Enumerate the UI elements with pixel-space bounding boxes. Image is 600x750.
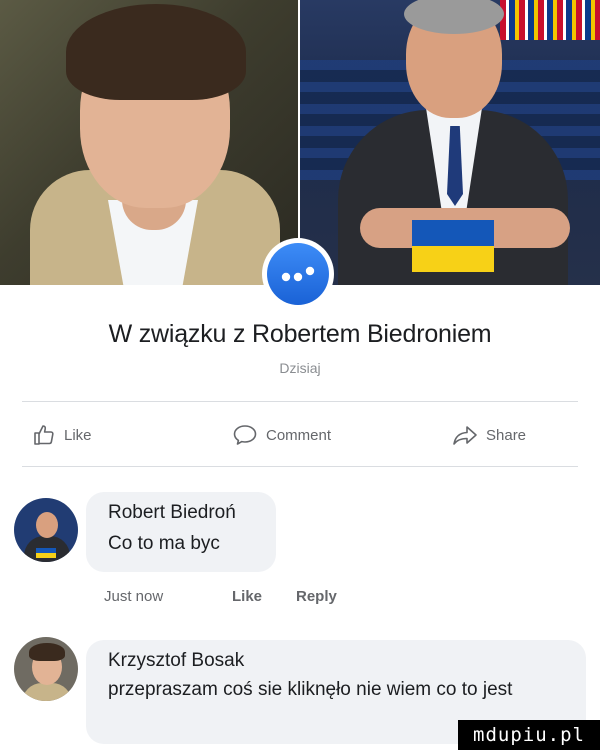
post-timestamp: Dzisiaj: [279, 360, 321, 376]
speech-bubble-icon: [233, 425, 257, 445]
like-button[interactable]: Like: [32, 420, 92, 450]
notification-headline: W związku z Robertem Biedroniem: [0, 320, 600, 349]
ukraine-flag: [412, 220, 494, 272]
comment-reply-link[interactable]: Reply: [296, 588, 337, 605]
comment-text: Co to ma byc: [108, 533, 220, 554]
comment-button-label: Comment: [266, 426, 332, 444]
headline-prefix: W związku z: [108, 320, 246, 348]
avatar[interactable]: [14, 637, 78, 701]
comment-author[interactable]: Robert Biedroń: [108, 502, 236, 524]
photo-left-man-in-coat: [0, 0, 298, 285]
messenger-badge-icon: [262, 238, 334, 310]
comment-like-link[interactable]: Like: [232, 588, 262, 605]
headline-name[interactable]: Robertem Biedroniem: [252, 320, 492, 348]
divider-top: [22, 401, 578, 402]
photo-right-man-in-parliament: [300, 0, 600, 285]
comment-button[interactable]: Comment: [232, 420, 331, 450]
like-button-label: Like: [64, 426, 92, 444]
avatar[interactable]: [14, 498, 78, 562]
comment-time: Just now: [104, 588, 164, 605]
flag-yellow-stripe: [412, 246, 494, 272]
thumbs-up-icon: [34, 425, 54, 445]
share-button[interactable]: Share: [452, 420, 526, 450]
site-watermark: mdupiu.pl: [458, 720, 600, 750]
watermark-text: mdupiu.pl: [473, 724, 585, 746]
flag-blue-stripe: [412, 220, 494, 246]
share-button-label: Share: [486, 426, 527, 444]
comment-text: przepraszam coś sie kliknęło nie wiem co…: [108, 679, 513, 700]
share-arrow-icon: [453, 426, 477, 445]
comment-author[interactable]: Krzysztof Bosak: [108, 650, 244, 672]
divider-bottom: [22, 466, 578, 467]
